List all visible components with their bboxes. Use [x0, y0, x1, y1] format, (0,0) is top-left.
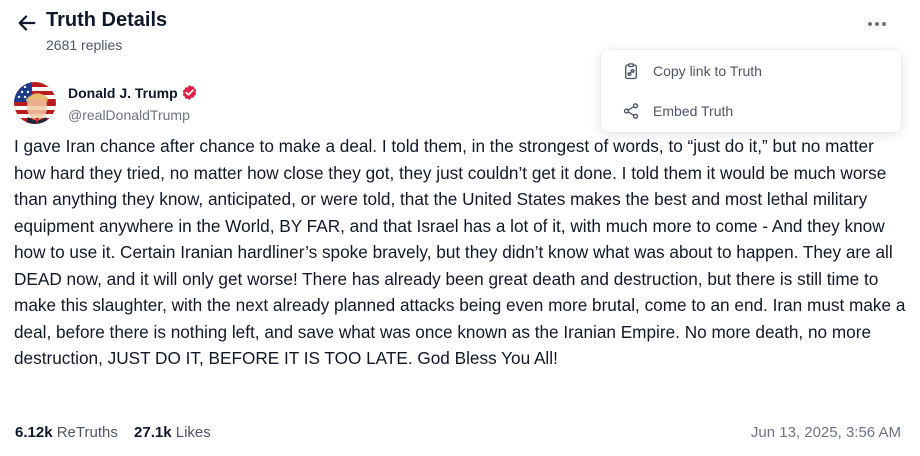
post-body: I gave Iran chance after chance to make … — [14, 136, 906, 368]
likes-count: 27.1k — [134, 424, 172, 441]
post-stats: 6.12k ReTruths 27.1k Likes — [15, 424, 223, 441]
embed-label: Embed Truth — [653, 103, 734, 119]
copy-link-menu-item[interactable]: Copy link to Truth — [601, 51, 901, 91]
back-arrow-icon[interactable] — [16, 12, 38, 34]
share-nodes-icon — [622, 102, 640, 120]
avatar[interactable] — [14, 82, 56, 124]
page-title: Truth Details — [46, 9, 168, 31]
retruths-label: ReTruths — [56, 424, 118, 441]
author-handle[interactable]: @realDonaldTrump — [68, 107, 190, 123]
retruths-stat[interactable]: 6.12k ReTruths — [15, 424, 118, 441]
likes-label: Likes — [175, 424, 211, 441]
likes-stat[interactable]: 27.1k Likes — [134, 424, 211, 441]
more-options-icon[interactable] — [866, 17, 888, 31]
options-menu: Copy link to Truth Embed Truth — [601, 50, 901, 132]
copy-link-label: Copy link to Truth — [653, 63, 762, 79]
verified-badge-icon — [181, 84, 198, 101]
embed-menu-item[interactable]: Embed Truth — [601, 91, 901, 131]
retruths-count: 6.12k — [15, 424, 53, 441]
author-name[interactable]: Donald J. Trump — [68, 85, 178, 101]
reply-count: 2681 replies — [46, 37, 123, 53]
clipboard-icon — [622, 62, 640, 80]
post-timestamp[interactable]: Jun 13, 2025, 3:56 AM — [751, 424, 901, 441]
